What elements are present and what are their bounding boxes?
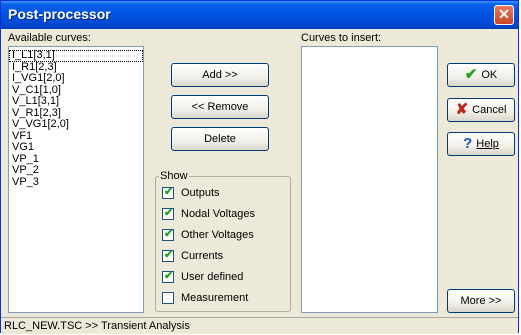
curve-list-item[interactable]: VP_3 bbox=[9, 176, 143, 189]
curve-list-item[interactable]: V_L1[3,1] bbox=[9, 95, 143, 108]
curve-list-item[interactable]: V_VG1[2,0] bbox=[9, 118, 143, 131]
curve-list-item[interactable]: VG1 bbox=[9, 141, 143, 154]
curve-list-item[interactable]: VP_2 bbox=[9, 164, 143, 177]
delete-button[interactable]: Delete bbox=[171, 127, 269, 151]
checkmark-icon: ✔ bbox=[164, 228, 174, 240]
window-title: Post-processor bbox=[8, 6, 111, 22]
checkbox-box[interactable]: ✔ bbox=[162, 207, 174, 220]
more-button[interactable]: More >> bbox=[447, 289, 515, 313]
available-curves-label: Available curves: bbox=[8, 32, 91, 44]
delete-button-label: Delete bbox=[204, 133, 236, 146]
checkbox-box[interactable]: ✔ bbox=[162, 249, 174, 262]
cancel-button-label: Cancel bbox=[472, 104, 507, 117]
title-bar[interactable]: Post-processor ✕ bbox=[1, 1, 518, 29]
checkmark-icon: ✔ bbox=[164, 186, 174, 198]
x-icon: ✘ bbox=[455, 101, 469, 119]
help-button-label: Help bbox=[476, 138, 499, 151]
show-option-label: Outputs bbox=[181, 187, 220, 199]
curve-list-item[interactable]: I_L1[3,1] bbox=[9, 49, 143, 62]
curves-to-insert-label: Curves to insert: bbox=[301, 32, 382, 44]
show-legend: Show bbox=[159, 170, 189, 182]
cancel-button[interactable]: ✘ Cancel bbox=[447, 98, 515, 122]
add-button-label: Add >> bbox=[202, 69, 238, 82]
checkbox-box[interactable]: ✔ bbox=[162, 186, 174, 199]
status-text: RLC_NEW.TSC >> Transient Analysis bbox=[4, 320, 190, 332]
show-option-label: Nodal Voltages bbox=[181, 208, 255, 220]
curves-to-insert-list[interactable] bbox=[301, 46, 438, 313]
close-button[interactable]: ✕ bbox=[494, 5, 514, 25]
show-option-label: Measurement bbox=[181, 292, 249, 304]
remove-button[interactable]: << Remove bbox=[171, 95, 269, 119]
post-processor-window: Post-processor ✕ Available curves: I_L1[… bbox=[0, 0, 519, 334]
checkmark-icon: ✔ bbox=[164, 207, 174, 219]
curve-list-item[interactable]: I_VG1[2,0] bbox=[9, 72, 143, 85]
checkbox-box[interactable]: ✔ bbox=[162, 228, 174, 241]
available-curves-list[interactable]: I_L1[3,1] I_R1[2,3] I_VG1[2,0] V_C1[1,0] V_L… bbox=[8, 46, 144, 313]
help-button[interactable]: ? Help bbox=[447, 132, 515, 156]
checkmark-icon: ✔ bbox=[164, 249, 174, 261]
add-button[interactable]: Add >> bbox=[171, 63, 269, 87]
checkmark-icon: ✔ bbox=[164, 270, 174, 282]
check-icon: ✔ bbox=[464, 66, 478, 84]
remove-button-label: << Remove bbox=[191, 101, 249, 114]
show-group: Show ✔ Outputs ✔ Nodal Voltages ✔ Other Volta… bbox=[155, 170, 291, 312]
checkbox-box[interactable] bbox=[162, 292, 174, 304]
show-option-label: Other Voltages bbox=[181, 229, 254, 241]
question-icon: ? bbox=[463, 135, 473, 153]
ok-button[interactable]: ✔ OK bbox=[447, 63, 515, 87]
checkbox-box[interactable]: ✔ bbox=[162, 270, 174, 283]
ok-button-label: OK bbox=[481, 69, 498, 82]
show-option-label: User defined bbox=[181, 271, 244, 283]
more-button-label: More >> bbox=[460, 295, 502, 308]
status-bar: RLC_NEW.TSC >> Transient Analysis bbox=[1, 317, 518, 334]
show-option-label: Currents bbox=[181, 250, 224, 262]
